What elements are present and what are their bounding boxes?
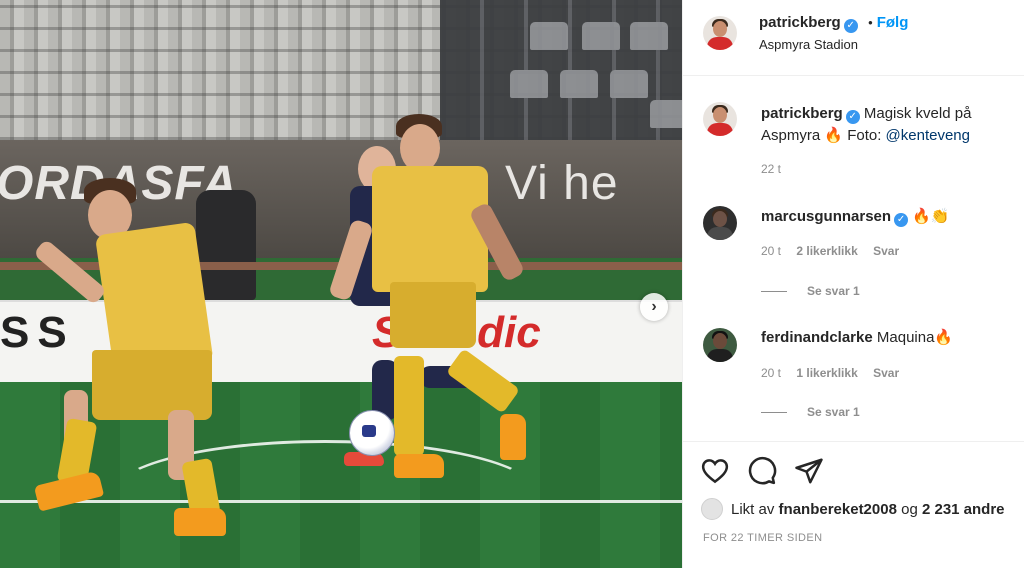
caption-time[interactable]: 22 t: [761, 162, 781, 176]
commenter-avatar[interactable]: [703, 328, 737, 362]
next-photo-button[interactable]: ›: [640, 293, 668, 321]
board-text-left: SS: [0, 308, 75, 357]
verified-badge-icon: ✓: [843, 19, 858, 33]
follow-button[interactable]: Følg: [877, 14, 909, 31]
comment-icon[interactable]: [747, 456, 777, 486]
caption-username[interactable]: patrickberg: [761, 105, 843, 122]
comment-time[interactable]: 20 t: [761, 366, 781, 380]
separator-dot: •: [868, 15, 873, 30]
comment-meta: 20 t 1 likerklikk Svar: [761, 366, 899, 380]
replies-dash: [761, 412, 787, 414]
comment-time[interactable]: 20 t: [761, 244, 781, 258]
replies-dash: [761, 291, 787, 293]
view-replies-label: Se svar 1: [807, 284, 860, 298]
view-replies-button[interactable]: Se svar 1: [761, 405, 860, 419]
view-replies-button[interactable]: Se svar 1: [761, 284, 860, 298]
liker-username[interactable]: fnanbereket2008: [779, 501, 897, 518]
mention-link[interactable]: @kenteveng: [886, 127, 970, 144]
halfway-line: [0, 500, 682, 560]
location-link[interactable]: Aspmyra Stadion: [759, 37, 858, 52]
post-sidebar: patrickberg ✓ • Følg Aspmyra Stadion patri…: [682, 0, 1024, 568]
author-username[interactable]: patrickberg: [759, 14, 841, 31]
stadium-stands-dark: [440, 0, 682, 140]
post-actions: Likt av fnanbereket2008 og 2 231 andre: [683, 441, 1024, 568]
chevron-right-icon: ›: [651, 298, 657, 315]
likes-joiner: og: [901, 501, 918, 518]
post-header: patrickberg ✓ • Følg Aspmyra Stadion: [683, 0, 1024, 76]
caption-avatar[interactable]: [703, 102, 737, 136]
heart-icon[interactable]: [700, 456, 730, 486]
comment-text: Maquina🔥: [876, 329, 954, 346]
comment-meta: 20 t 2 likerklikk Svar: [761, 244, 899, 258]
football: [349, 410, 395, 456]
caption-text-block: patrickberg ✓ Magisk kveld på Aspmyra 🔥 F…: [761, 103, 1011, 147]
comment-text-block: marcusgunnarsen ✓ 🔥👏: [761, 206, 950, 228]
post-photo[interactable]: ORDASFA Vi he SS Scandic: [0, 0, 682, 568]
verified-badge-icon: ✓: [845, 110, 860, 124]
commenter-avatar[interactable]: [703, 206, 737, 240]
comment-text-block: ferdinandclarke Maquina🔥: [761, 327, 953, 349]
share-icon[interactable]: [794, 456, 824, 486]
post-timestamp[interactable]: FOR 22 TIMER SIDEN: [703, 532, 822, 544]
comment-username[interactable]: marcusgunnarsen: [761, 208, 891, 225]
view-replies-label: Se svar 1: [807, 405, 860, 419]
comment-username[interactable]: ferdinandclarke: [761, 329, 873, 346]
comment-likes[interactable]: 1 likerklikk: [796, 366, 857, 380]
likes-summary[interactable]: Likt av fnanbereket2008 og 2 231 andre: [701, 498, 1005, 520]
author-avatar[interactable]: [703, 16, 737, 50]
likes-prefix: Likt av: [731, 501, 775, 518]
header-user-row: patrickberg ✓ • Følg: [759, 14, 908, 33]
likes-others[interactable]: 2 231 andre: [922, 501, 1005, 518]
cameraman: [196, 190, 256, 300]
banner-text-right: Vi he: [505, 157, 619, 210]
comment-text: 🔥👏: [912, 208, 950, 225]
comment-likes[interactable]: 2 likerklikk: [796, 244, 857, 258]
verified-badge-icon: ✓: [894, 213, 909, 227]
comment-reply-button[interactable]: Svar: [873, 366, 899, 380]
liker-avatar: [701, 498, 723, 520]
comment-reply-button[interactable]: Svar: [873, 244, 899, 258]
